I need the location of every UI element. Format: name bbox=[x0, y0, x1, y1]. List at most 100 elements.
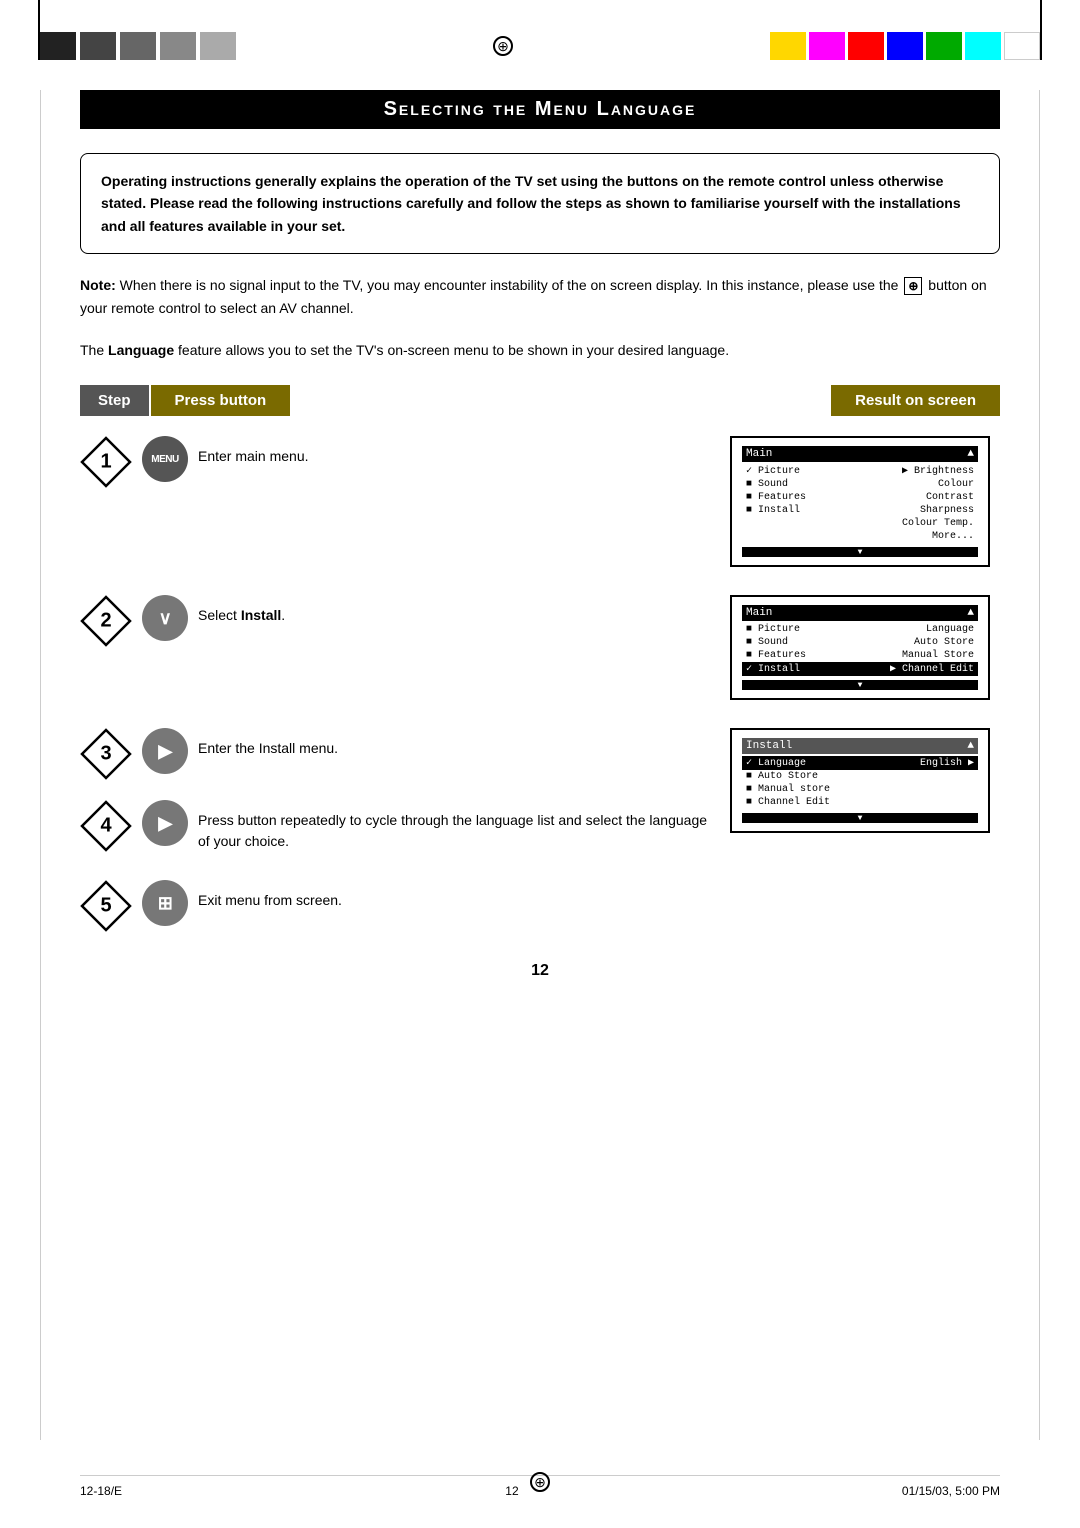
tv-s3-bottom: ▼ bbox=[742, 813, 978, 823]
tv-s3-row2: ■ Auto Store bbox=[742, 770, 978, 783]
step-1-num: 1 bbox=[80, 436, 132, 488]
step-4-button: ▶ bbox=[142, 800, 188, 846]
step-2-button: ∨ bbox=[142, 595, 188, 641]
notice-text: Operating instructions generally explain… bbox=[101, 173, 961, 234]
page-number: 12 bbox=[80, 962, 1000, 980]
table-header-row: Step Press button Result on screen bbox=[80, 385, 1000, 416]
note-paragraph: Note: When there is no signal input to t… bbox=[80, 274, 1000, 319]
tv-s1-row5: Colour Temp. bbox=[742, 517, 978, 530]
step-1-number: 1 bbox=[100, 451, 111, 474]
step-5-num: 5 bbox=[80, 880, 132, 932]
step-2-desc: Select Install. bbox=[198, 595, 718, 626]
intro-text2: feature allows you to set the TV's on-sc… bbox=[178, 342, 729, 358]
tv-s2-row2: ■ SoundAuto Store bbox=[742, 636, 978, 649]
color-block-1 bbox=[40, 32, 76, 60]
steps-3-4-left: 3 ▶ Enter the Install menu. bbox=[80, 728, 718, 852]
tv-s2-row1: ■ PictureLanguage bbox=[742, 623, 978, 636]
step-3-num: 3 bbox=[80, 728, 132, 780]
step-3-number: 3 bbox=[100, 743, 111, 766]
tv-s1-row1: ✓ Picture▶ Brightness bbox=[742, 464, 978, 478]
tv-screen-1: Main ▲ ✓ Picture▶ Brightness ■ SoundColo… bbox=[730, 436, 990, 567]
tv-screen-3: Install ▲ ✓ LanguageEnglish ▶ ■ Auto Sto… bbox=[730, 728, 990, 833]
step-row-4: 4 ▶ Press button repeatedly to cycle thr… bbox=[80, 800, 718, 852]
step-5-left: 5 ⊞ Exit menu from screen. bbox=[80, 880, 718, 932]
color-block-blue bbox=[887, 32, 923, 60]
step-5-button: ⊞ bbox=[142, 880, 188, 926]
tv-screen-1-inner: Main ▲ ✓ Picture▶ Brightness ■ SoundColo… bbox=[736, 442, 984, 561]
header-step: Step bbox=[80, 385, 149, 416]
crosshair-icon: ⊕ bbox=[493, 36, 513, 56]
step-4-num: 4 bbox=[80, 800, 132, 852]
tv-s3-row3: ■ Manual store bbox=[742, 783, 978, 796]
color-block-green bbox=[926, 32, 962, 60]
step-2-number: 2 bbox=[100, 610, 111, 633]
step-row-2: 2 ∨ Select Install. Main ▲ ■ PictureLang bbox=[80, 595, 1000, 700]
step-row-1: 1 MENU Enter main menu. Main ▲ ✓ Picture bbox=[80, 436, 1000, 567]
all-steps: 1 MENU Enter main menu. Main ▲ ✓ Picture bbox=[80, 436, 1000, 932]
tv-s1-row3: ■ FeaturesContrast bbox=[742, 491, 978, 504]
tv-s3-row1: ✓ LanguageEnglish ▶ bbox=[742, 756, 978, 770]
bottom-crosshair: ⊕ bbox=[530, 1472, 550, 1492]
header-result: Result on screen bbox=[831, 385, 1000, 416]
color-block-magenta bbox=[809, 32, 845, 60]
gray-blocks bbox=[40, 32, 236, 60]
color-blocks-right bbox=[770, 32, 1040, 60]
tv-screen-1-title: Main ▲ bbox=[742, 446, 978, 462]
steps-3-4-screen: Install ▲ ✓ LanguageEnglish ▶ ■ Auto Sto… bbox=[730, 728, 1000, 833]
color-block-5 bbox=[200, 32, 236, 60]
tv-s3-row4: ■ Channel Edit bbox=[742, 796, 978, 809]
tv-screen-2-title: Main ▲ bbox=[742, 605, 978, 621]
top-bar: ⊕ bbox=[0, 28, 1080, 64]
tv-s2-row3: ■ FeaturesManual Store bbox=[742, 649, 978, 662]
top-center-crosshair: ⊕ bbox=[236, 36, 770, 56]
step-3-left: 3 ▶ Enter the Install menu. bbox=[80, 728, 718, 780]
step-2-screen: Main ▲ ■ PictureLanguage ■ SoundAuto Sto… bbox=[730, 595, 1000, 700]
step-5-desc-text: Exit menu from screen. bbox=[198, 892, 342, 908]
color-block-white bbox=[1004, 32, 1040, 60]
tv-screen-3-title: Install ▲ bbox=[742, 738, 978, 754]
tv-s1-row2: ■ SoundColour bbox=[742, 478, 978, 491]
color-block-4 bbox=[160, 32, 196, 60]
tv-s2-row4: ✓ Install▶ Channel Edit bbox=[742, 662, 978, 676]
step-row-5: 5 ⊞ Exit menu from screen. bbox=[80, 880, 1000, 932]
header-press: Press button bbox=[151, 385, 291, 416]
step-row-3: 3 ▶ Enter the Install menu. bbox=[80, 728, 718, 780]
step-1-desc-text: Enter main menu. bbox=[198, 448, 309, 464]
steps-3-4-container: 3 ▶ Enter the Install menu. bbox=[80, 728, 1000, 852]
step-5-desc: Exit menu from screen. bbox=[198, 880, 718, 911]
step-1-desc: Enter main menu. bbox=[198, 436, 718, 467]
step-1-screen: Main ▲ ✓ Picture▶ Brightness ■ SoundColo… bbox=[730, 436, 1000, 567]
color-block-red bbox=[848, 32, 884, 60]
bottom-crosshair-icon: ⊕ bbox=[530, 1472, 550, 1492]
tv-screen-2-inner: Main ▲ ■ PictureLanguage ■ SoundAuto Sto… bbox=[736, 601, 984, 694]
step-3-button: ▶ bbox=[142, 728, 188, 774]
intro-paragraph: The Language feature allows you to set t… bbox=[80, 339, 1000, 361]
note-label: Note: bbox=[80, 277, 120, 293]
intro-text1: The bbox=[80, 342, 104, 358]
step-3-desc: Enter the Install menu. bbox=[198, 728, 718, 759]
main-content: Selecting the Menu Language Operating in… bbox=[80, 90, 1000, 980]
color-block-cyan bbox=[965, 32, 1001, 60]
step-2-num: 2 bbox=[80, 595, 132, 647]
tv-screen-3-inner: Install ▲ ✓ LanguageEnglish ▶ ■ Auto Sto… bbox=[736, 734, 984, 827]
color-block-2 bbox=[80, 32, 116, 60]
tv-s1-bottom: ▼ bbox=[742, 547, 978, 557]
step-4-desc-text: Press button repeatedly to cycle through… bbox=[198, 812, 707, 849]
color-block-yellow bbox=[770, 32, 806, 60]
step-2-left: 2 ∨ Select Install. bbox=[80, 595, 718, 647]
step-4-left: 4 ▶ Press button repeatedly to cycle thr… bbox=[80, 800, 718, 852]
tv-s2-bottom: ▼ bbox=[742, 680, 978, 690]
step-4-desc: Press button repeatedly to cycle through… bbox=[198, 800, 718, 852]
note-av-icon: ⊕ bbox=[904, 277, 922, 295]
step-5-number: 5 bbox=[100, 895, 111, 918]
left-margin-line bbox=[40, 90, 41, 1440]
step-1-left: 1 MENU Enter main menu. bbox=[80, 436, 718, 488]
notice-box: Operating instructions generally explain… bbox=[80, 153, 1000, 254]
step-4-number: 4 bbox=[100, 815, 111, 838]
footer-right: 01/15/03, 5:00 PM bbox=[902, 1484, 1000, 1498]
step-1-button: MENU bbox=[142, 436, 188, 482]
note-text1: When there is no signal input to the TV,… bbox=[120, 277, 899, 293]
footer-left: 12-18/E bbox=[80, 1484, 122, 1498]
step-3-desc-text: Enter the Install menu. bbox=[198, 740, 338, 756]
color-block-3 bbox=[120, 32, 156, 60]
